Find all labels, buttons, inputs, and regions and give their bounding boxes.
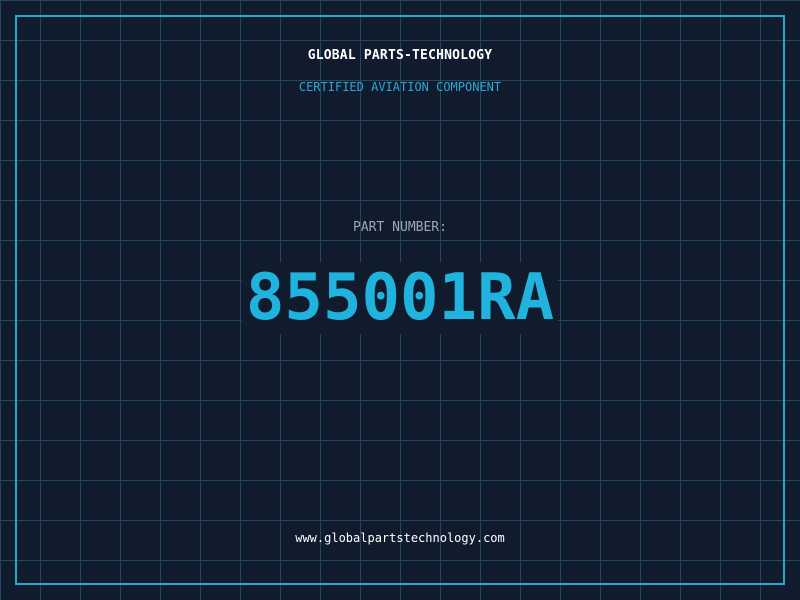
part-number-label: PART NUMBER:: [353, 220, 447, 235]
website-url: www.globalpartstechnology.com: [295, 531, 505, 545]
brand-tagline: CERTIFIED AVIATION COMPONENT: [298, 80, 502, 94]
part-number-container: 855001RA: [0, 262, 800, 334]
part-number-value: 855001RA: [241, 262, 559, 334]
brand-name: GLOBAL PARTS-TECHNOLOGY: [307, 48, 493, 63]
